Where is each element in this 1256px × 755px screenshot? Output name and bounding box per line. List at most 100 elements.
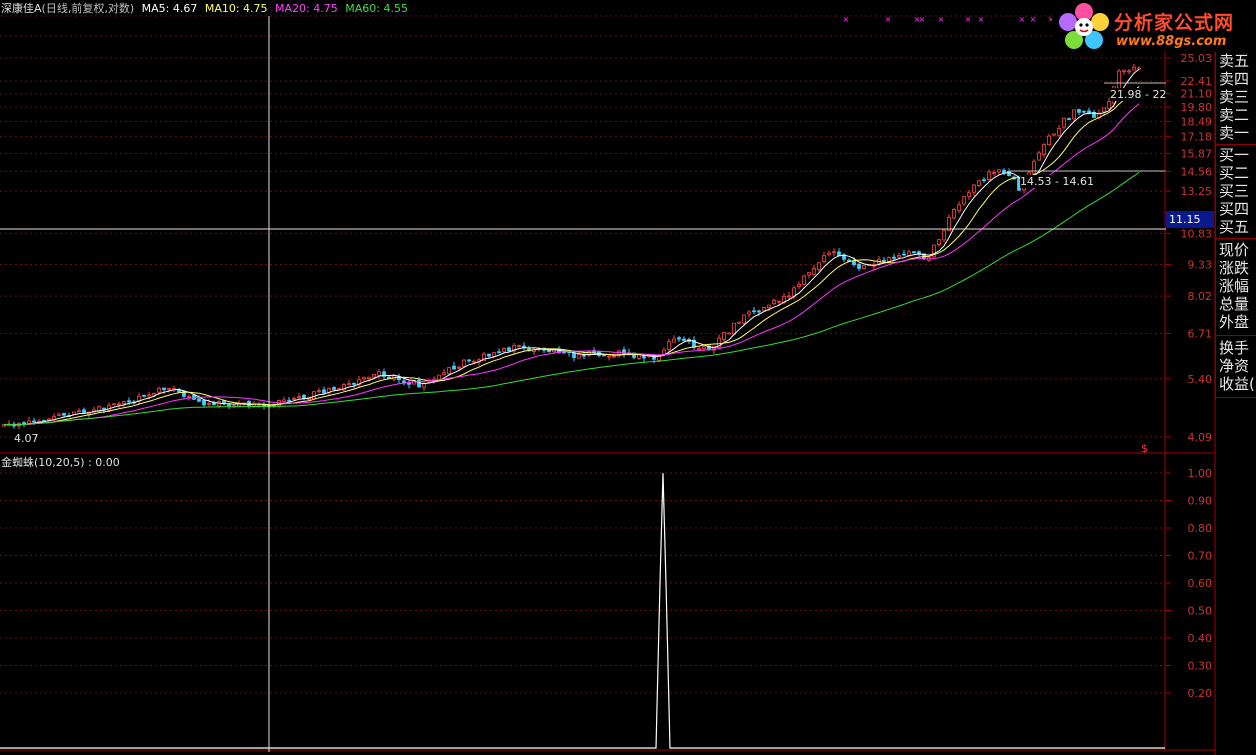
candle-body xyxy=(987,171,991,180)
side-item-change[interactable]: 涨跌 xyxy=(1219,259,1249,277)
candle-body xyxy=(982,179,986,182)
candle-body xyxy=(732,322,736,335)
side-item-net-assets[interactable]: 净资 xyxy=(1219,357,1249,375)
candle-body xyxy=(347,383,351,386)
candle-body xyxy=(662,349,666,355)
side-item-outer-volume[interactable]: 外盘 xyxy=(1219,313,1249,331)
candle-body xyxy=(317,390,321,393)
indicator-tick-label: 0.50 xyxy=(1188,605,1213,618)
signal-marker: × xyxy=(919,15,926,24)
candle-body xyxy=(77,410,81,413)
side-item-buy2[interactable]: 买二 xyxy=(1219,164,1249,182)
candle-body xyxy=(777,300,781,303)
candle-body xyxy=(702,346,706,350)
candle-body xyxy=(1052,133,1056,136)
candle-body xyxy=(772,300,776,305)
dollar-marker: $ xyxy=(1141,442,1148,455)
ma10-value: MA10: 4.75 xyxy=(204,2,268,15)
indicator-axis: 1.00 0.90 0.80 0.70 0.60 0.50 0.40 0.30 0.20 xyxy=(1165,467,1212,700)
candle-body xyxy=(942,229,946,241)
side-item-sell2[interactable]: 卖二 xyxy=(1219,106,1249,124)
side-item-sell5[interactable]: 卖五 xyxy=(1219,52,1249,70)
candle-body xyxy=(957,204,961,212)
candle-body xyxy=(517,345,521,347)
candle-body xyxy=(937,239,941,245)
candle-body xyxy=(492,352,496,357)
side-item-change-pct[interactable]: 涨幅 xyxy=(1219,277,1249,295)
indicator-tick-label: 0.30 xyxy=(1188,660,1213,673)
candle-body xyxy=(372,374,376,378)
signal-marker: × xyxy=(938,15,945,24)
ma5-value: MA5: 4.67 xyxy=(141,2,198,15)
candle-body xyxy=(152,393,156,396)
candle-body xyxy=(82,409,86,414)
candle-body xyxy=(1072,109,1076,120)
candle-body xyxy=(282,399,286,403)
candle-body xyxy=(162,387,166,391)
candle-body xyxy=(447,367,451,375)
candle-body xyxy=(502,347,506,353)
signal-marker: × xyxy=(885,15,892,24)
candle-body xyxy=(902,253,906,256)
candle-body xyxy=(1127,70,1131,73)
candle-body xyxy=(122,401,126,404)
flower-logo-icon xyxy=(1059,3,1109,49)
signal-marker: × xyxy=(843,15,850,24)
site-logo[interactable]: 分析家公式网 www.88gs.com xyxy=(1052,0,1256,52)
side-item-price[interactable]: 现价 xyxy=(1219,241,1249,259)
side-item-buy3[interactable]: 买三 xyxy=(1219,182,1249,200)
candle-body xyxy=(367,376,371,380)
range-label-lower: 14.53 - 14.61 xyxy=(1020,175,1094,188)
side-item-turnover[interactable]: 换手 xyxy=(1219,339,1249,357)
candle-body xyxy=(487,353,491,357)
candle-body xyxy=(497,351,501,354)
side-item-sell1[interactable]: 卖一 xyxy=(1219,124,1249,142)
candle-body xyxy=(467,359,471,362)
price-tick-label: 13.25 xyxy=(1181,185,1213,198)
price-tick-label: 14.56 xyxy=(1181,165,1213,178)
candle-body xyxy=(582,354,586,357)
candle-body xyxy=(607,355,611,358)
candle-body xyxy=(802,275,806,285)
indicator-tick-label: 0.70 xyxy=(1188,550,1213,563)
candle-body xyxy=(142,394,146,397)
price-tick-label: 22.41 xyxy=(1181,75,1213,88)
candle-body xyxy=(292,398,296,400)
price-tick-label: 8.02 xyxy=(1188,290,1213,303)
candle-body xyxy=(577,354,581,359)
indicator-tick-label: 1.00 xyxy=(1188,467,1213,480)
candle-body xyxy=(187,395,191,398)
candle-body xyxy=(442,372,446,375)
candle-body xyxy=(817,262,821,271)
side-item-volume[interactable]: 总量 xyxy=(1219,295,1249,313)
candle-body xyxy=(102,407,106,410)
price-tick-label: 6.71 xyxy=(1188,327,1213,340)
chart-canvas[interactable]: × × ×× × × × × × × 25.0322.4121.1019.8018.4917.1… xyxy=(0,0,1256,755)
candle-body xyxy=(117,403,121,406)
indicator-tick-label: 0.90 xyxy=(1188,495,1213,508)
candle-body xyxy=(792,287,796,297)
candle-body xyxy=(127,400,131,403)
candle-body xyxy=(1062,117,1066,128)
side-item-buy5[interactable]: 买五 xyxy=(1219,218,1249,236)
candle-body xyxy=(72,411,76,415)
candle-body xyxy=(997,169,1001,173)
candle-body xyxy=(1082,110,1086,113)
side-item-buy1[interactable]: 买一 xyxy=(1219,146,1249,164)
candle-body xyxy=(967,192,971,197)
candle-body xyxy=(972,184,976,193)
candle-body xyxy=(332,387,336,390)
candle-body xyxy=(852,260,856,266)
side-item-buy4[interactable]: 买四 xyxy=(1219,200,1249,218)
candle-body xyxy=(667,341,671,350)
side-item-sell3[interactable]: 卖三 xyxy=(1219,88,1249,106)
candle-body xyxy=(722,332,726,340)
candle-body xyxy=(1132,66,1136,71)
signal-marker: × xyxy=(978,15,985,24)
side-item-earnings[interactable]: 收益( xyxy=(1219,375,1255,393)
side-item-sell4[interactable]: 卖四 xyxy=(1219,70,1249,88)
stock-name: 深康佳A xyxy=(1,2,42,15)
candle-body xyxy=(112,403,116,406)
candle-body xyxy=(682,338,686,341)
candle-body xyxy=(977,180,981,186)
